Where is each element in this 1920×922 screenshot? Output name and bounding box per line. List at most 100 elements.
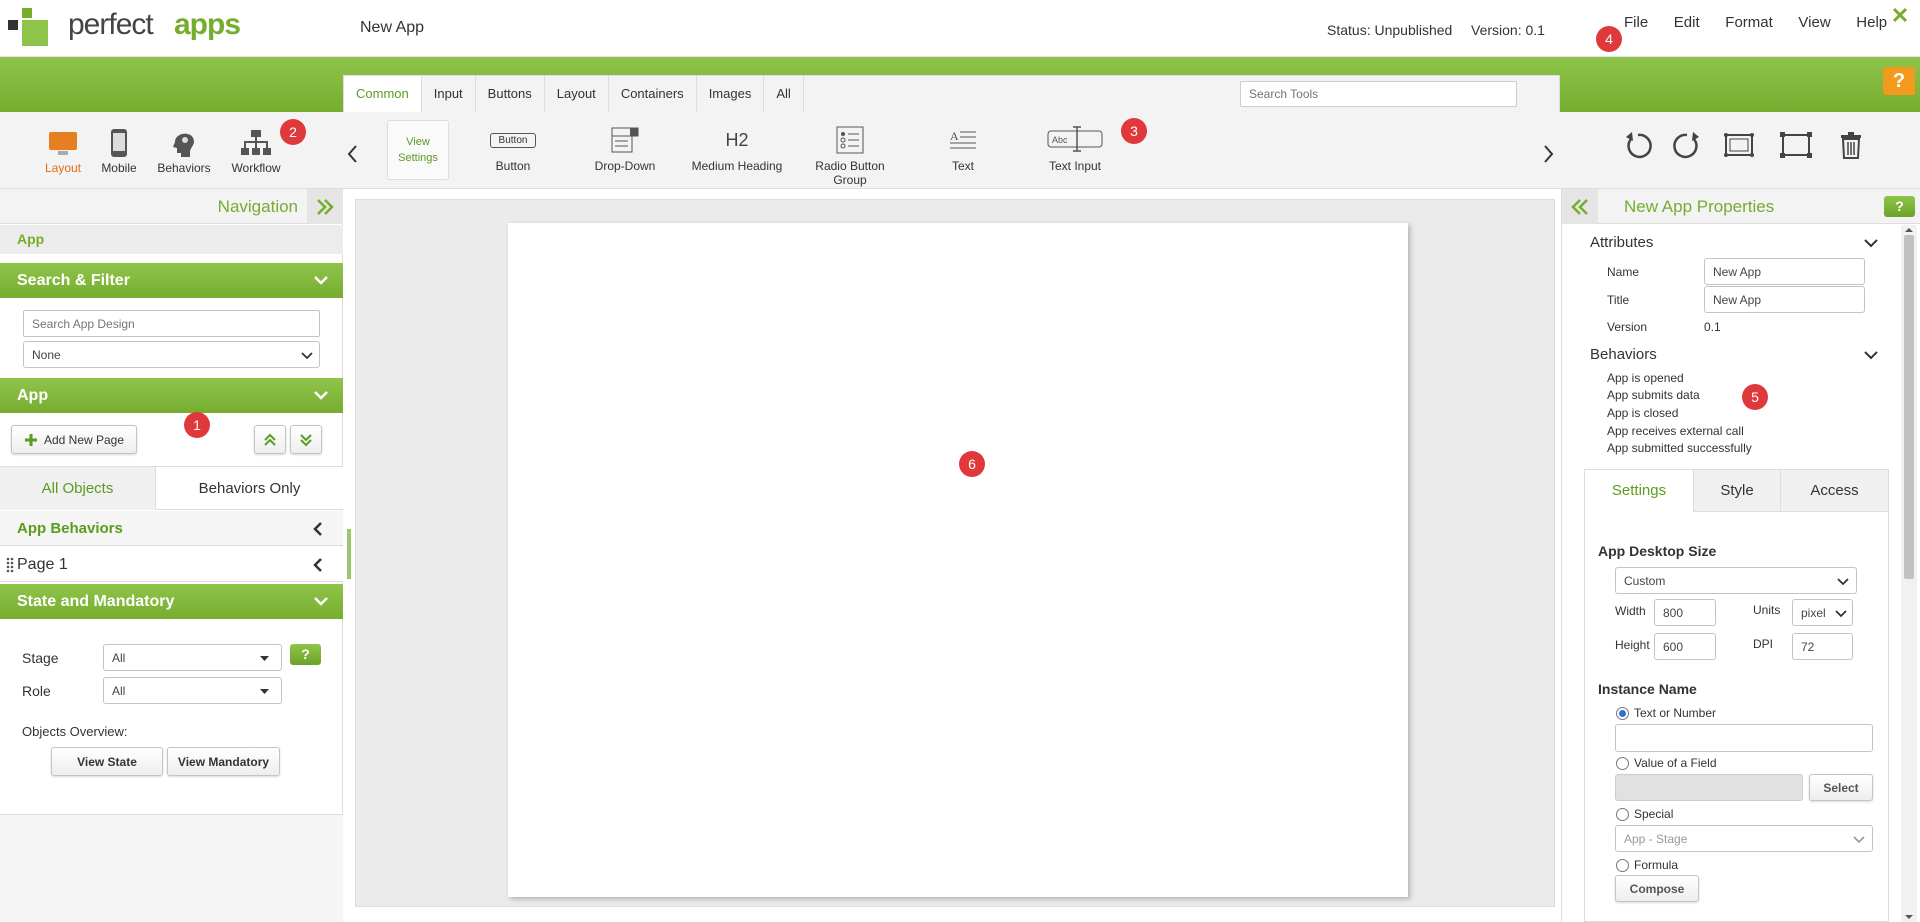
chevron-down-icon[interactable]: [1864, 349, 1878, 361]
dpi-input[interactable]: 72: [1792, 633, 1853, 660]
design-canvas-page[interactable]: [508, 223, 1408, 897]
resize-page-button[interactable]: [1779, 128, 1813, 162]
tab-layout[interactable]: Layout: [545, 76, 609, 112]
nav-app-item[interactable]: App: [0, 225, 343, 254]
tab-images[interactable]: Images: [697, 76, 765, 112]
search-tools-input[interactable]: [1240, 81, 1517, 107]
tab-all[interactable]: All: [764, 76, 804, 112]
chevron-down-icon[interactable]: [1864, 237, 1878, 249]
tab-containers[interactable]: Containers: [609, 76, 697, 112]
view-state-button[interactable]: View State: [51, 747, 163, 776]
mode-layout[interactable]: Layout: [33, 128, 93, 175]
tab-input[interactable]: Input: [422, 76, 476, 112]
stage-value: All: [112, 650, 126, 665]
menu-edit[interactable]: Edit: [1674, 14, 1700, 31]
tab-all-objects[interactable]: All Objects: [0, 466, 156, 510]
behavior-item[interactable]: App receives external call: [1607, 424, 1744, 438]
filter-select[interactable]: None: [23, 341, 320, 368]
radio-special[interactable]: [1616, 808, 1629, 821]
properties-scrollbar[interactable]: [1901, 225, 1917, 922]
tab-all-objects-label: All Objects: [41, 480, 114, 497]
add-new-page-button[interactable]: Add New Page: [11, 425, 137, 454]
behavior-item[interactable]: App is opened: [1607, 371, 1684, 385]
stage-label: Stage: [22, 650, 59, 666]
menu-help[interactable]: Help: [1856, 14, 1887, 31]
mode-mobile[interactable]: Mobile: [89, 128, 149, 175]
close-icon[interactable]: [1892, 7, 1908, 23]
state-help-button[interactable]: ?: [290, 644, 321, 665]
width-input[interactable]: 800: [1654, 599, 1716, 626]
radio-value-of-field[interactable]: [1616, 757, 1629, 770]
scrollbar-thumb[interactable]: [1904, 235, 1914, 579]
special-select[interactable]: App - Stage: [1615, 825, 1873, 852]
move-down-button[interactable]: [290, 425, 322, 454]
menu-view[interactable]: View: [1798, 14, 1830, 31]
app-behaviors-item[interactable]: App Behaviors: [0, 511, 343, 546]
compose-button[interactable]: Compose: [1615, 875, 1699, 902]
undo-button[interactable]: [1621, 128, 1655, 162]
tool-text-input[interactable]: Abc Text Input: [1038, 124, 1112, 173]
behavior-item[interactable]: App is closed: [1607, 406, 1678, 420]
height-input[interactable]: 600: [1654, 633, 1716, 660]
collapse-properties-button[interactable]: [1562, 189, 1598, 224]
view-state-label: View State: [77, 754, 137, 769]
tab-behaviors-only[interactable]: Behaviors Only: [156, 466, 343, 510]
search-app-design-input[interactable]: [23, 310, 320, 337]
tab-access[interactable]: Access: [1781, 470, 1888, 512]
tab-settings[interactable]: Settings: [1585, 470, 1694, 512]
tab-buttons[interactable]: Buttons: [476, 76, 545, 112]
app-section-header[interactable]: App: [0, 378, 343, 413]
caret-down-icon: [260, 656, 269, 661]
tool-button[interactable]: Button Button: [478, 124, 548, 173]
state-mandatory-section-header[interactable]: State and Mandatory: [0, 584, 343, 619]
instance-name-title: Instance Name: [1598, 681, 1697, 697]
properties-help-button[interactable]: ?: [1884, 196, 1915, 217]
menu-format[interactable]: Format: [1725, 14, 1773, 31]
tool-view-settings[interactable]: View Settings: [387, 120, 449, 180]
radio-formula[interactable]: [1616, 859, 1629, 872]
help-label: ?: [1892, 70, 1906, 92]
title-field[interactable]: New App: [1704, 286, 1865, 313]
mode-workflow-label: Workflow: [231, 161, 281, 175]
mode-behaviors[interactable]: Behaviors: [154, 128, 214, 175]
page-1-item[interactable]: Page 1: [0, 547, 343, 582]
tool-radio-button-group[interactable]: Radio Button Group: [797, 124, 903, 187]
tools-scroll-right-icon[interactable]: [1543, 144, 1555, 164]
delete-button[interactable]: [1834, 128, 1868, 162]
units-label: Units: [1753, 603, 1781, 617]
select-button[interactable]: Select: [1809, 774, 1873, 801]
search-filter-section-header[interactable]: Search & Filter: [0, 263, 343, 298]
scroll-down-icon[interactable]: [1905, 914, 1913, 920]
tool-text[interactable]: A Text: [928, 124, 998, 173]
move-up-button[interactable]: [254, 425, 286, 454]
tab-style[interactable]: Style: [1694, 470, 1781, 512]
view-mandatory-button[interactable]: View Mandatory: [167, 747, 280, 776]
role-select[interactable]: All: [103, 677, 282, 704]
text-or-number-input[interactable]: [1615, 724, 1873, 752]
mode-workflow[interactable]: Workflow: [226, 128, 286, 175]
fit-page-button[interactable]: [1722, 128, 1756, 162]
tool-medium-heading[interactable]: H2 Medium Heading: [690, 124, 784, 174]
logo-text-apps: apps: [174, 8, 241, 41]
redo-button[interactable]: [1670, 128, 1704, 162]
tab-common[interactable]: Common: [344, 76, 422, 112]
menu-file[interactable]: File: [1624, 14, 1648, 31]
drag-handle-icon[interactable]: [6, 557, 14, 573]
version-label: Version:: [1471, 22, 1522, 38]
name-field[interactable]: New App: [1704, 258, 1865, 285]
tool-dropdown[interactable]: Drop-Down: [590, 124, 660, 173]
units-select[interactable]: pixel: [1792, 599, 1853, 626]
radio-text-or-number[interactable]: [1616, 707, 1629, 720]
title-label: Title: [1607, 293, 1630, 307]
value-of-field-input: [1615, 774, 1803, 801]
desktop-size-select[interactable]: Custom: [1615, 567, 1857, 594]
help-button[interactable]: ?: [1883, 67, 1915, 95]
trash-icon: [1841, 132, 1861, 159]
stage-select[interactable]: All: [103, 644, 282, 671]
tools-scroll-left-icon[interactable]: [346, 144, 358, 164]
collapse-navigation-button[interactable]: [307, 189, 343, 224]
behavior-item[interactable]: App submits data: [1607, 388, 1700, 402]
scroll-up-icon[interactable]: [1905, 227, 1913, 233]
left-splitter-handle[interactable]: [347, 529, 351, 579]
behavior-item[interactable]: App submitted successfully: [1607, 441, 1752, 455]
